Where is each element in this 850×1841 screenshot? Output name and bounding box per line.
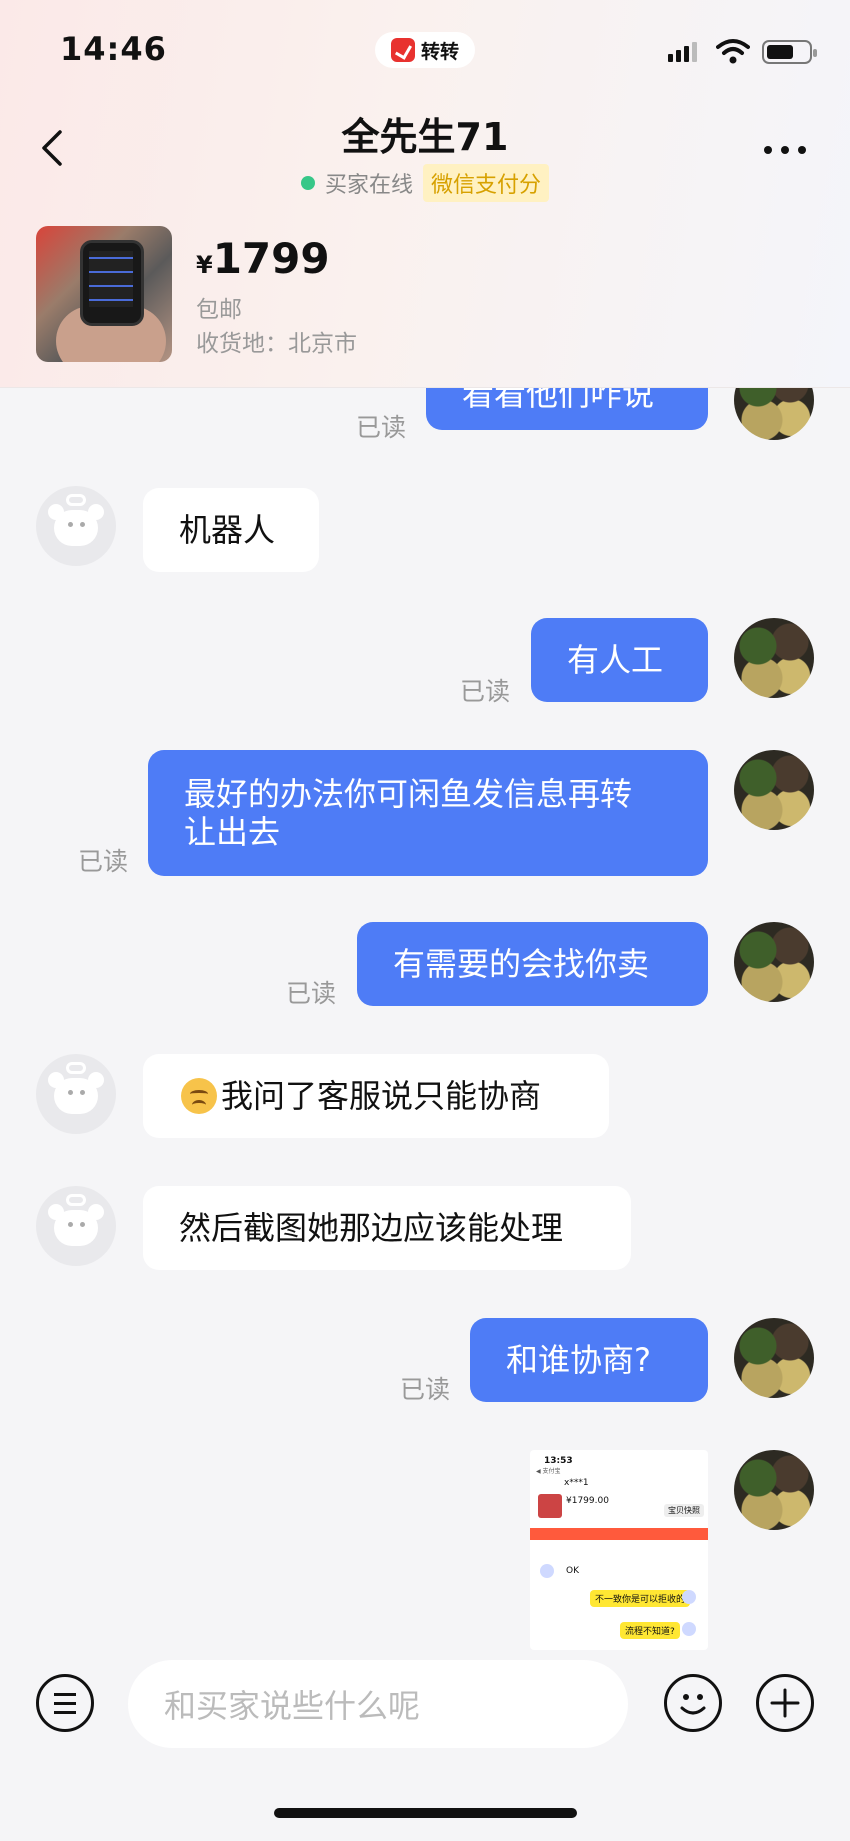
- chat-subtitle: 买家在线 微信支付分: [0, 164, 850, 202]
- read-receipt: 已读: [286, 979, 337, 1008]
- status-time: 14:46: [60, 30, 167, 68]
- buyer-avatar[interactable]: [36, 1186, 116, 1266]
- read-receipt: 已读: [460, 677, 511, 706]
- home-indicator[interactable]: [274, 1808, 577, 1818]
- cellular-signal-icon: [668, 42, 697, 62]
- online-status: 买家在线: [324, 173, 413, 198]
- my-avatar[interactable]: [734, 618, 814, 698]
- read-receipt: 已读: [400, 1375, 451, 1404]
- buyer-avatar[interactable]: [36, 1054, 116, 1134]
- message-list[interactable]: 已读 看看他们咋说 机器人 已读 有人工 已读 最好的办法你可闲鱼发信息再转 让…: [0, 388, 850, 1650]
- my-avatar[interactable]: [734, 750, 814, 830]
- message-bubble-sent[interactable]: 有需要的会找你卖: [357, 922, 708, 1006]
- wifi-icon: [716, 39, 750, 64]
- menu-list-icon[interactable]: [36, 1674, 94, 1732]
- message-bubble-sent[interactable]: 有人工: [531, 618, 708, 702]
- my-avatar[interactable]: [734, 1318, 814, 1398]
- my-avatar[interactable]: [734, 922, 814, 1002]
- chat-title: 全先生71: [341, 115, 509, 159]
- message-bubble-received[interactable]: 我问了客服说只能协商: [143, 1054, 609, 1138]
- app-indicator-pill[interactable]: 转转: [375, 32, 475, 68]
- message-bubble-received[interactable]: 然后截图她那边应该能处理: [143, 1186, 631, 1270]
- zhuanzhuan-logo-icon: [390, 38, 415, 62]
- emoji-smiley-icon[interactable]: [664, 1674, 722, 1732]
- app-name: 转转: [420, 40, 459, 63]
- buyer-avatar[interactable]: [36, 486, 116, 566]
- message-bubble-sent[interactable]: 最好的办法你可闲鱼发信息再转 让出去: [148, 750, 708, 876]
- more-options-icon[interactable]: [764, 146, 806, 154]
- sad-sweat-emoji-icon: [181, 1078, 217, 1114]
- message-bubble-sent[interactable]: 和谁协商?: [470, 1318, 708, 1402]
- message-bubble-sent[interactable]: 看看他们咋说: [426, 388, 708, 430]
- chat-header: 14:46 转转 全先生71 买家在线 微信支付分 ¥1799 包邮 收货地：北…: [0, 0, 850, 388]
- message-bubble-received[interactable]: 机器人: [143, 488, 319, 572]
- read-receipt: 已读: [356, 413, 407, 442]
- status-bar: 14:46 转转: [0, 0, 850, 100]
- ship-to-address: 收货地：北京市: [196, 331, 357, 357]
- product-thumbnail[interactable]: [36, 226, 172, 362]
- screenshot-image-message[interactable]: 13:53 ◀ 支付宝 x***1 ¥1799.00 宝贝快照 OK 不一致你是…: [530, 1450, 708, 1650]
- read-receipt: 已读: [78, 847, 129, 876]
- battery-icon: [762, 40, 817, 64]
- my-avatar[interactable]: [734, 388, 814, 440]
- online-dot-icon: [300, 176, 315, 190]
- add-plus-icon[interactable]: [756, 1674, 814, 1732]
- product-shipping: 包邮: [196, 297, 242, 323]
- wechat-pay-score-badge[interactable]: 微信支付分: [423, 164, 550, 202]
- my-avatar[interactable]: [734, 1450, 814, 1530]
- message-input[interactable]: 和买家说些什么呢: [128, 1660, 628, 1748]
- product-price: ¥1799: [196, 234, 330, 283]
